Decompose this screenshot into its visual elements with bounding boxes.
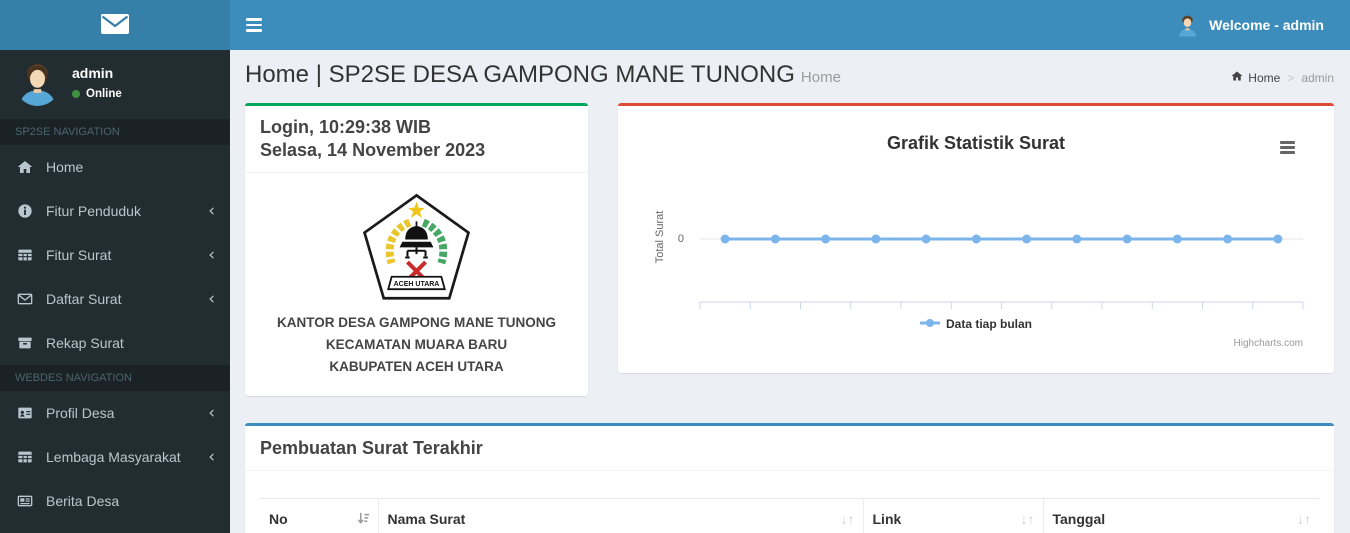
sidebar-toggle-button[interactable] [230, 0, 278, 50]
info-icon [15, 203, 35, 219]
login-date: Selasa, 14 November 2023 [260, 139, 486, 160]
table-icon [15, 247, 35, 263]
welcome-label: Welcome - admin [1209, 17, 1324, 33]
app-logo[interactable] [0, 0, 230, 50]
page-title: Home | SP2SE DESA GAMPONG MANE TUNONG Hom… [245, 61, 841, 88]
office-line-3: KABUPATEN ACEH UTARA [329, 358, 504, 374]
sidebar: admin Online SP2SE NAVIGATION Home Fitur… [0, 50, 230, 533]
newspaper-icon [15, 493, 35, 509]
login-card-header: Login, 10:29:38 WIB Selasa, 14 November … [245, 106, 588, 174]
breadcrumb: Home > admin [1231, 70, 1334, 88]
online-status-dot [72, 90, 80, 98]
sidebar-item-label: Home [46, 159, 84, 175]
id-card-icon [15, 405, 35, 421]
login-card-body: ACEH UTARA KANTOR DESA GAMPONG MANE TUNO… [245, 173, 588, 377]
sidebar-item-label: Berita Desa [46, 493, 120, 509]
sort-ascending-icon [357, 512, 370, 528]
home-icon [1231, 70, 1243, 85]
home-icon [15, 159, 35, 175]
sidebar-item-berita-desa[interactable]: Berita Desa [0, 479, 230, 523]
archive-icon [15, 335, 35, 351]
user-avatar-large [15, 61, 60, 106]
sidebar-item-label: Rekap Surat [46, 335, 124, 351]
sidebar-item-rekap-surat[interactable]: Rekap Surat [0, 321, 230, 365]
legend-series-marker-icon [919, 317, 940, 331]
office-line-1: KANTOR DESA GAMPONG MANE TUNONG [276, 315, 556, 331]
chevron-left-icon: ‹ [208, 446, 215, 467]
sidebar-item-label: Fitur Surat [46, 247, 112, 263]
breadcrumb-separator: > [1287, 70, 1295, 85]
recent-letters-table: No Nama Surat ↓↑ Link ↓↑ Tanggal ↓↑ [260, 498, 1319, 533]
sort-both-icon: ↓↑ [1297, 511, 1311, 528]
sidebar-section-webdes: WEBDES NAVIGATION [0, 365, 230, 391]
sidebar-item-label: Lembaga Masyarakat [46, 449, 181, 465]
envelope-icon [15, 291, 35, 307]
user-menu[interactable]: Welcome - admin [1176, 14, 1350, 37]
sidebar-item-profil-desa[interactable]: Profil Desa ‹ [0, 391, 230, 435]
sidebar-user-status[interactable]: Online [72, 88, 122, 100]
column-header-tanggal[interactable]: Tanggal ↓↑ [1042, 498, 1319, 533]
sidebar-user-name: admin [72, 65, 114, 81]
chevron-left-icon: ‹ [208, 200, 215, 221]
sidebar-item-label: Daftar Surat [46, 291, 122, 307]
recent-letters-card: Pembuatan Surat Terakhir No Nama Surat ↓… [245, 423, 1334, 533]
user-avatar-small [1176, 14, 1199, 37]
column-header-no[interactable]: No [260, 499, 378, 533]
breadcrumb-active: admin [1301, 70, 1334, 85]
chevron-left-icon: ‹ [208, 288, 215, 309]
sort-both-icon: ↓↑ [1020, 511, 1035, 528]
sidebar-section-sp2se: SP2SE NAVIGATION [0, 119, 230, 145]
table-header-row: No Nama Surat ↓↑ Link ↓↑ Tanggal ↓↑ [260, 498, 1319, 533]
content-wrapper: Home | SP2SE DESA GAMPONG MANE TUNONG Hom… [230, 50, 1350, 533]
sidebar-item-fitur-penduduk[interactable]: Fitur Penduduk ‹ [0, 189, 230, 233]
chevron-left-icon: ‹ [208, 402, 215, 423]
sidebar-item-label: Profil Desa [46, 405, 115, 421]
office-line-2: KECAMATAN MUARA BARU [325, 336, 508, 352]
breadcrumb-home-link[interactable]: Home [1231, 70, 1280, 85]
top-navbar: Welcome - admin [230, 0, 1350, 50]
page-subtitle: Home [800, 69, 841, 86]
recent-letters-title: Pembuatan Surat Terakhir [245, 426, 1334, 472]
chevron-left-icon: ‹ [208, 244, 215, 265]
chart-plot-area [699, 234, 1304, 310]
chart-legend[interactable]: Data tiap bulan [618, 317, 1334, 331]
main-header: Welcome - admin [0, 0, 1350, 50]
sort-both-icon: ↓↑ [840, 511, 855, 528]
sidebar-item-fitur-surat[interactable]: Fitur Surat ‹ [0, 233, 230, 277]
column-header-link[interactable]: Link ↓↑ [862, 498, 1043, 533]
aceh-utara-crest-logo: ACEH UTARA [362, 194, 471, 300]
legend-series-label: Data tiap bulan [945, 317, 1032, 332]
recent-letters-body: No Nama Surat ↓↑ Link ↓↑ Tanggal ↓↑ [245, 471, 1334, 533]
sidebar-item-lembaga-masyarakat[interactable]: Lembaga Masyarakat ‹ [0, 435, 230, 479]
login-info-card: Login, 10:29:38 WIB Selasa, 14 November … [245, 103, 588, 397]
login-time: Login, 10:29:38 WIB [260, 117, 432, 138]
sidebar-item-label: Fitur Penduduk [46, 203, 141, 219]
envelope-logo-icon [101, 13, 129, 37]
chart-card: Grafik Statistik Surat Total Surat 0 Dat… [618, 103, 1334, 374]
sidebar-item-daftar-surat[interactable]: Daftar Surat ‹ [0, 277, 230, 321]
sidebar-user-panel: admin Online [0, 50, 230, 119]
table-icon [15, 449, 35, 465]
content-header: Home | SP2SE DESA GAMPONG MANE TUNONG Hom… [230, 50, 1350, 88]
column-header-nama-surat[interactable]: Nama Surat ↓↑ [377, 498, 863, 533]
chart-credits-link[interactable]: Highcharts.com [1234, 338, 1303, 349]
dashboard-row: Login, 10:29:38 WIB Selasa, 14 November … [230, 88, 1350, 397]
svg-text:ACEH UTARA: ACEH UTARA [394, 281, 440, 288]
sidebar-item-home[interactable]: Home [0, 145, 230, 189]
